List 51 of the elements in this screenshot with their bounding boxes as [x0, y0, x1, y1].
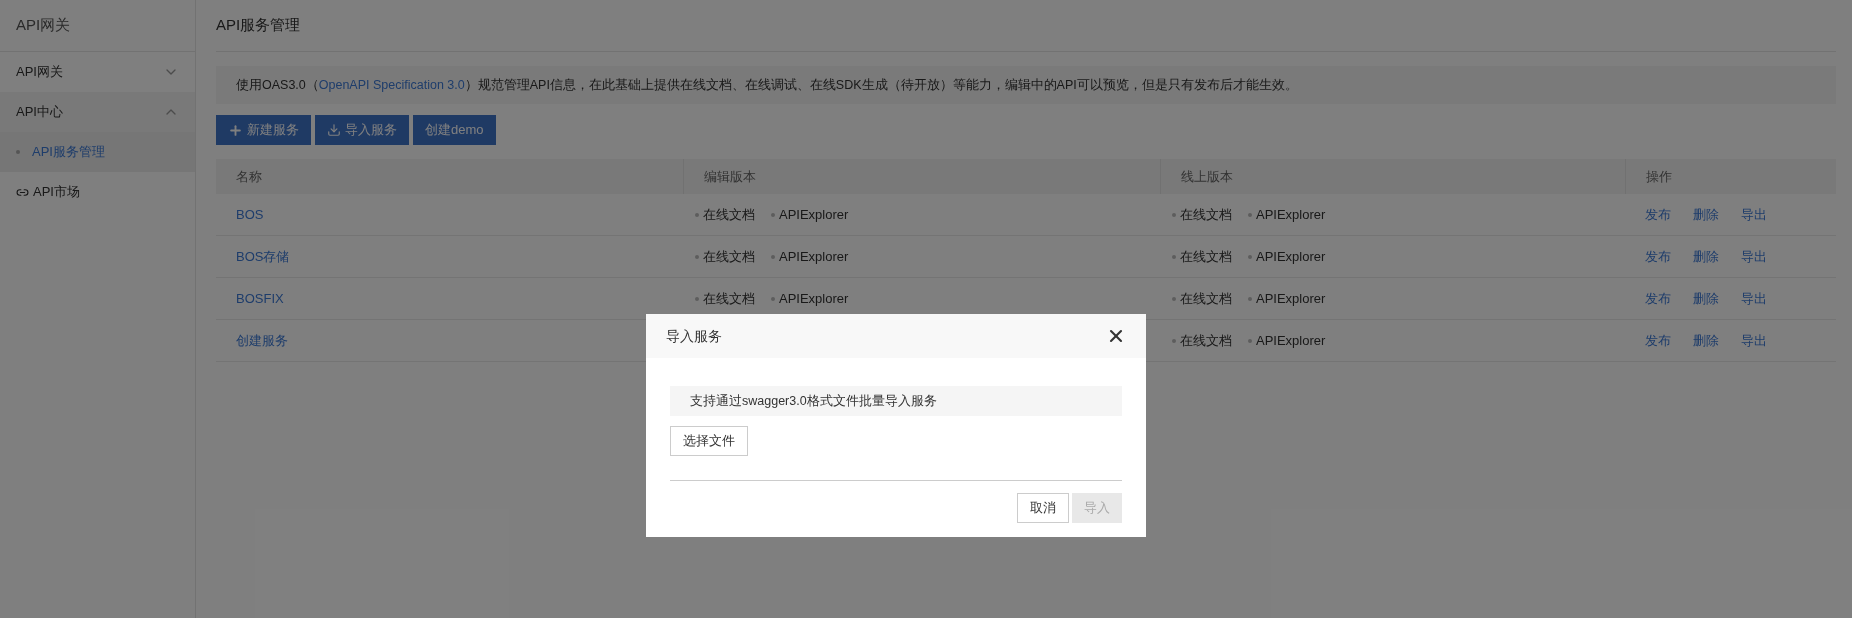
- doc-link[interactable]: 在线文档: [1180, 288, 1232, 309]
- toolbar-button[interactable]: 新建服务: [216, 115, 311, 145]
- choose-file-button[interactable]: 选择文件: [670, 426, 748, 456]
- sidebar-title: API网关: [16, 15, 71, 36]
- action-link[interactable]: 发布: [1645, 288, 1671, 309]
- spec-link[interactable]: OpenAPI Specification 3.0: [318, 77, 465, 92]
- doc-link[interactable]: 在线文档: [1180, 330, 1232, 351]
- toolbar-button[interactable]: 创建demo: [413, 115, 496, 145]
- doc-link[interactable]: 在线文档: [703, 288, 755, 309]
- service-name-link[interactable]: BOSFIX: [236, 290, 284, 306]
- action-link[interactable]: 导出: [1741, 330, 1767, 351]
- toolbar-button[interactable]: 导入服务: [315, 115, 409, 145]
- sidebar-group[interactable]: API中心: [0, 92, 195, 132]
- doc-link[interactable]: 在线文档: [1180, 204, 1232, 225]
- action-link[interactable]: 删除: [1693, 204, 1719, 225]
- action-link[interactable]: 导出: [1741, 204, 1767, 225]
- dialog-button[interactable]: 取消: [1017, 493, 1069, 523]
- doc-link[interactable]: 在线文档: [1180, 246, 1232, 267]
- doc-link[interactable]: APIExplorer: [1256, 246, 1326, 267]
- column-header: 操作: [1625, 159, 1836, 194]
- doc-link[interactable]: APIExplorer: [1256, 330, 1326, 351]
- service-name-link[interactable]: BOS存储: [236, 248, 290, 264]
- doc-link[interactable]: APIExplorer: [779, 246, 849, 267]
- sidebar-item[interactable]: API市场: [0, 172, 195, 212]
- action-link[interactable]: 导出: [1741, 246, 1767, 267]
- action-link[interactable]: 删除: [1693, 330, 1719, 351]
- column-header: 编辑版本: [683, 159, 1160, 194]
- action-link[interactable]: 导出: [1741, 288, 1767, 309]
- doc-link[interactable]: APIExplorer: [1256, 288, 1326, 309]
- doc-link[interactable]: APIExplorer: [1256, 204, 1326, 225]
- doc-link[interactable]: APIExplorer: [779, 204, 849, 225]
- action-link[interactable]: 发布: [1645, 330, 1671, 351]
- column-header: 名称: [235, 167, 263, 186]
- action-link[interactable]: 发布: [1645, 204, 1671, 225]
- service-name-link[interactable]: 创建服务: [236, 332, 288, 348]
- dialog-title: 导入服务: [666, 326, 722, 346]
- hint-text: 支持通过swagger3.0格式文件批量导入服务: [670, 386, 1122, 416]
- notice-text: 使用OAS3.0（OpenAPI Specification 3.0）规范管理API信息，在此基础上提供在线文档、在线调试、在线SDK生成（待开放）等能力，编辑中的API可以预览，但是只有发布后才能生效。: [216, 66, 1836, 104]
- doc-link[interactable]: APIExplorer: [779, 288, 849, 309]
- download-icon: [327, 123, 341, 137]
- plus-icon: [228, 122, 243, 138]
- action-link[interactable]: 发布: [1645, 246, 1671, 267]
- action-link[interactable]: 删除: [1693, 288, 1719, 309]
- bullet-icon: [16, 150, 20, 154]
- doc-link[interactable]: 在线文档: [703, 246, 755, 267]
- service-name-link[interactable]: BOS: [236, 206, 264, 222]
- column-header: 线上版本: [1160, 159, 1625, 194]
- sidebar-group[interactable]: API网关: [0, 52, 195, 92]
- page-title: API服务管理: [216, 15, 301, 36]
- action-link[interactable]: 删除: [1693, 246, 1719, 267]
- doc-link[interactable]: 在线文档: [703, 204, 755, 225]
